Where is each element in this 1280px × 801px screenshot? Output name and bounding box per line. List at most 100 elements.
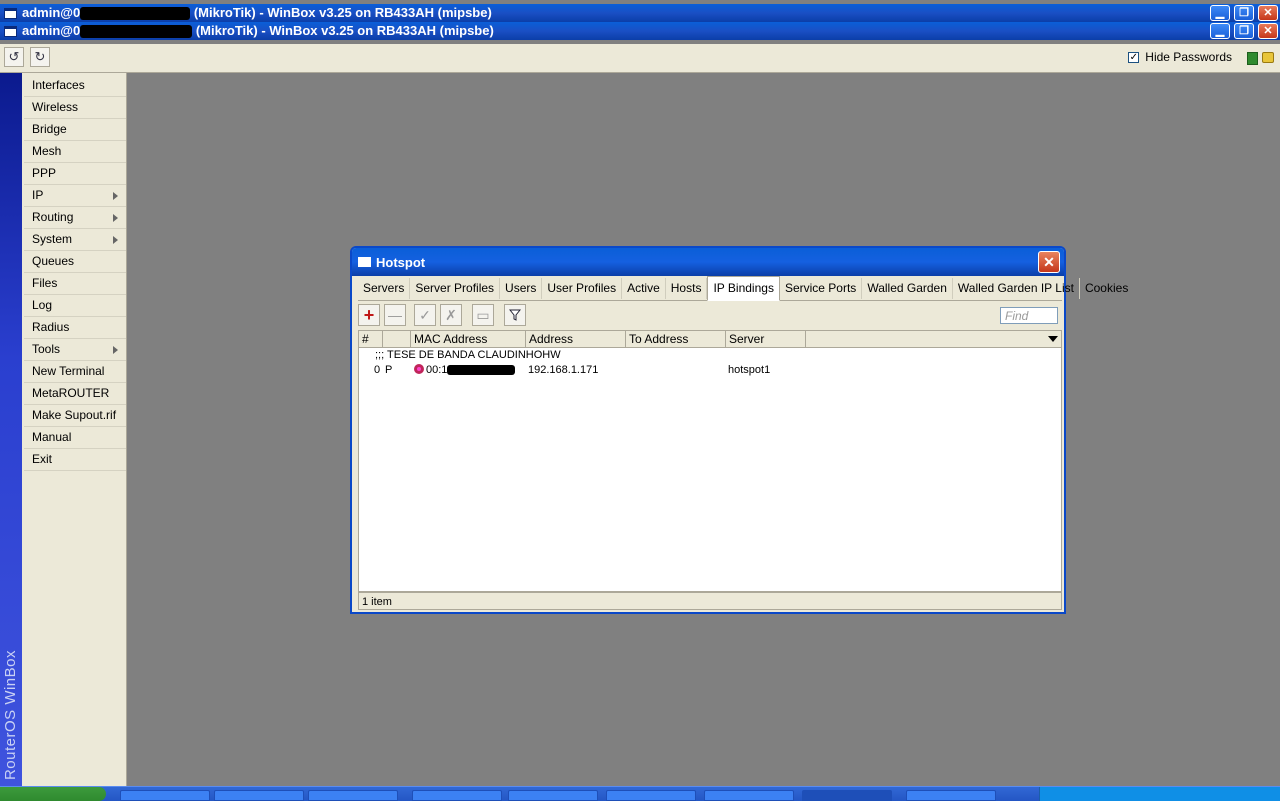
outer-window-titlebar[interactable]: admin@0 (MikroTik) - WinBox v3.25 on RB4… — [0, 4, 1280, 22]
taskbar-item-active[interactable] — [802, 790, 892, 801]
hotspot-window: Hotspot ✕ Servers Server Profiles Users … — [350, 246, 1128, 614]
sidebar-menu: Interfaces Wireless Bridge Mesh PPP IP R… — [24, 75, 126, 471]
taskbar-item[interactable] — [120, 790, 210, 801]
sidebar-item-wireless[interactable]: Wireless — [24, 97, 126, 119]
sidebar: RouterOS WinBox Interfaces Wireless Brid… — [0, 73, 127, 786]
tab-servers[interactable]: Servers — [358, 278, 411, 299]
filter-icon[interactable] — [504, 304, 526, 326]
sidebar-item-label: Queues — [32, 254, 75, 268]
sidebar-item-label: Exit — [32, 452, 53, 466]
sidebar-item-new-terminal[interactable]: New Terminal — [24, 361, 126, 383]
column-flags[interactable] — [383, 331, 411, 347]
sidebar-item-radius[interactable]: Radius — [24, 317, 126, 339]
sidebar-item-label: MetaROUTER — [32, 386, 110, 400]
minimize-button[interactable]: ▁ — [1210, 5, 1230, 21]
column-server[interactable]: Server — [726, 331, 806, 347]
lock-icon — [1262, 52, 1274, 63]
tab-hosts[interactable]: Hosts — [666, 278, 708, 299]
submenu-arrow-icon — [113, 236, 118, 244]
tab-service-ports[interactable]: Service Ports — [780, 278, 863, 299]
cell-address: 192.168.1.171 — [528, 364, 599, 376]
restore-button[interactable]: ❐ — [1234, 23, 1254, 39]
close-button[interactable]: ✕ — [1038, 251, 1060, 273]
sidebar-item-routing[interactable]: Routing — [24, 207, 126, 229]
table-row[interactable]: 0 P 00:1 192.168.1.171 hotspot1 — [359, 363, 1061, 378]
column-menu-icon[interactable] — [1048, 336, 1058, 342]
sidebar-item-system[interactable]: System — [24, 229, 126, 251]
sidebar-item-label: Tools — [32, 342, 61, 356]
tab-walled-garden[interactable]: Walled Garden — [862, 278, 953, 299]
enable-icon[interactable]: ✓ — [414, 304, 436, 326]
start-button[interactable] — [0, 787, 106, 801]
taskbar-item[interactable] — [508, 790, 598, 801]
taskbar-item[interactable] — [906, 790, 996, 801]
restore-button[interactable]: ❐ — [1234, 5, 1254, 21]
redo-icon[interactable]: ↻ — [30, 47, 50, 67]
sidebar-item-mesh[interactable]: Mesh — [24, 141, 126, 163]
disable-icon[interactable]: ✗ — [440, 304, 462, 326]
sidebar-item-label: Interfaces — [32, 78, 85, 92]
sidebar-item-files[interactable]: Files — [24, 273, 126, 295]
taskbar-item[interactable] — [308, 790, 398, 801]
submenu-arrow-icon — [113, 192, 118, 200]
tab-server-profiles[interactable]: Server Profiles — [410, 278, 501, 299]
sidebar-item-ppp[interactable]: PPP — [24, 163, 126, 185]
sidebar-item-ip[interactable]: IP — [24, 185, 126, 207]
tab-active[interactable]: Active — [622, 278, 666, 299]
sidebar-item-make-supout[interactable]: Make Supout.rif — [24, 405, 126, 427]
sidebar-item-bridge[interactable]: Bridge — [24, 119, 126, 141]
taskbar-item[interactable] — [214, 790, 304, 801]
hotspot-titlebar[interactable]: Hotspot ✕ — [352, 248, 1064, 276]
cell-flag: P — [385, 364, 393, 376]
main-window-titlebar[interactable]: admin@0 (MikroTik) - WinBox v3.25 on RB4… — [0, 22, 1280, 40]
hotspot-title: Hotspot — [376, 255, 426, 270]
sidebar-item-label: Mesh — [32, 144, 62, 158]
tab-users[interactable]: Users — [500, 278, 543, 299]
sidebar-item-log[interactable]: Log — [24, 295, 126, 317]
minimize-button[interactable]: ▁ — [1210, 23, 1230, 39]
taskbar-item[interactable] — [412, 790, 502, 801]
window-app-icon — [4, 8, 17, 19]
binding-type-icon — [414, 364, 424, 374]
column-to-address[interactable]: To Address — [626, 331, 726, 347]
redacted-block — [80, 7, 191, 21]
sidebar-item-tools[interactable]: Tools — [24, 339, 126, 361]
status-indicator-icon — [1247, 52, 1258, 65]
taskbar-item[interactable] — [704, 790, 794, 801]
tab-walled-garden-ip-list[interactable]: Walled Garden IP List — [953, 278, 1080, 299]
undo-icon[interactable]: ↺ — [4, 47, 24, 67]
column-mac-address[interactable]: MAC Address — [411, 331, 526, 347]
cell-server: hotspot1 — [728, 364, 771, 376]
submenu-arrow-icon — [113, 346, 118, 354]
sidebar-item-manual[interactable]: Manual — [24, 427, 126, 449]
column-number[interactable]: # — [359, 331, 383, 347]
sidebar-item-label: Bridge — [32, 122, 67, 136]
sidebar-item-label: PPP — [32, 166, 57, 180]
system-tray — [1039, 787, 1280, 801]
sidebar-item-exit[interactable]: Exit — [24, 449, 126, 471]
tab-ip-bindings[interactable]: IP Bindings — [707, 276, 780, 301]
taskbar-item[interactable] — [606, 790, 696, 801]
find-input[interactable]: Find — [1000, 307, 1058, 324]
close-button[interactable]: ✕ — [1258, 23, 1278, 39]
add-icon[interactable]: + — [358, 304, 380, 326]
sidebar-item-label: Manual — [32, 430, 72, 444]
hide-passwords-option[interactable]: ✓ Hide Passwords — [1128, 50, 1232, 64]
hotspot-toolbar: + — ✓ ✗ ▭ Find — [358, 304, 1062, 328]
hide-passwords-checkbox[interactable]: ✓ — [1128, 51, 1140, 63]
brand-label: RouterOS WinBox — [2, 649, 19, 780]
comment-icon[interactable]: ▭ — [472, 304, 494, 326]
sidebar-item-label: IP — [32, 188, 44, 202]
taskbar — [0, 786, 1280, 801]
tab-cookies[interactable]: Cookies — [1080, 278, 1133, 299]
redacted-block — [80, 25, 193, 39]
sidebar-item-metarouter[interactable]: MetaROUTER — [24, 383, 126, 405]
remove-icon[interactable]: — — [384, 304, 406, 326]
sidebar-item-interfaces[interactable]: Interfaces — [24, 75, 126, 97]
column-address[interactable]: Address — [526, 331, 626, 347]
close-button[interactable]: ✕ — [1258, 5, 1278, 21]
row-comment: ;;; TESE DE BANDA CLAUDINHOHW — [375, 349, 561, 361]
window-icon — [358, 257, 371, 267]
tab-user-profiles[interactable]: User Profiles — [542, 278, 623, 299]
sidebar-item-queues[interactable]: Queues — [24, 251, 126, 273]
